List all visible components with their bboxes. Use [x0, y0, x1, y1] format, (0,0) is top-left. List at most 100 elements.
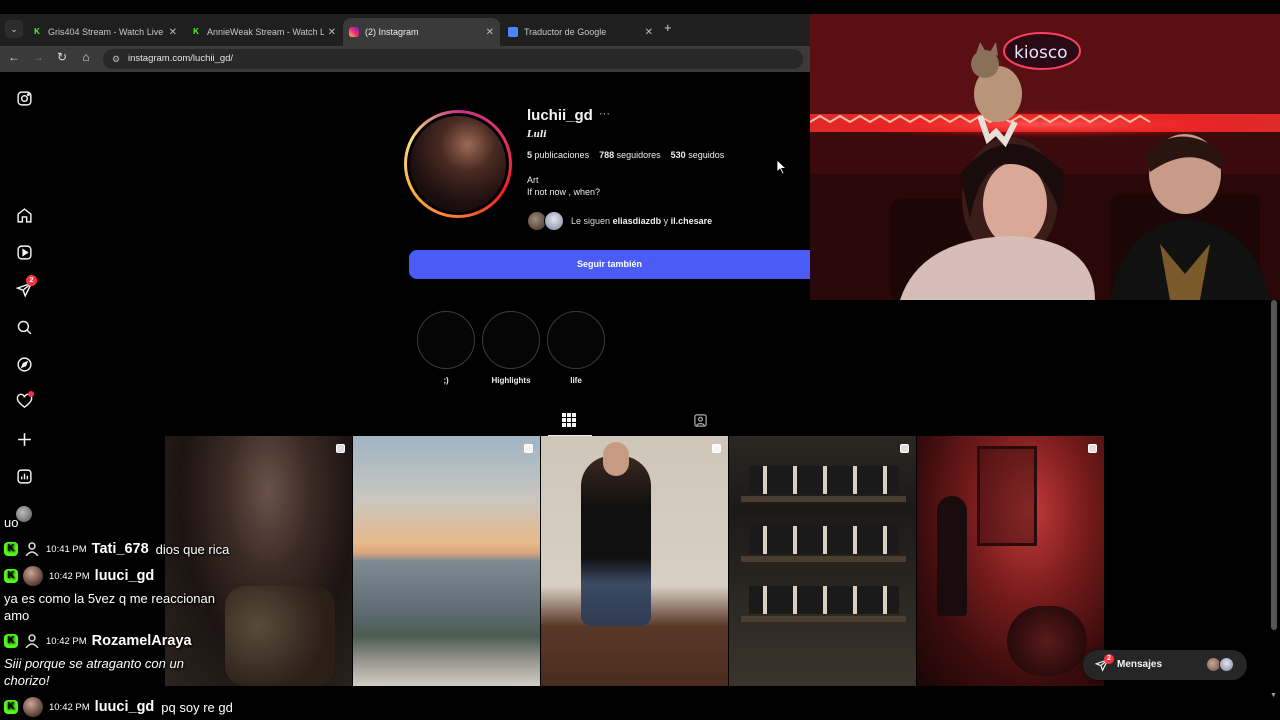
post-thumbnail[interactable]	[729, 436, 916, 686]
site-info-icon[interactable]: ⚙	[112, 49, 120, 69]
story-highlight[interactable]: ;)	[417, 311, 475, 385]
messages-floating-button[interactable]: 2 Mensajes	[1083, 650, 1247, 680]
chat-message: K 10:42 PM luuci_gd	[4, 566, 154, 586]
posts-stat: 5 publicaciones	[527, 150, 590, 160]
url-text: instagram.com/luchii_gd/	[128, 53, 234, 64]
post-thumbnail[interactable]	[917, 436, 1104, 686]
chat-text: Siii porque se atraganto con un	[4, 656, 184, 671]
screen: { "browser": { "tabs": [ {"label": "Gris…	[0, 0, 1280, 720]
highlight-label: life	[570, 376, 582, 385]
forward-icon[interactable]: →	[30, 50, 46, 64]
kick-icon: K	[34, 27, 40, 36]
chat-avatar	[23, 697, 43, 717]
chat-time: 10:42 PM	[46, 635, 87, 647]
chat-text: dios que rica	[155, 541, 230, 557]
profile-picture[interactable]	[404, 110, 512, 218]
notifications-heart-icon[interactable]	[14, 391, 34, 411]
browser-tab-translate[interactable]: Traductor de Google ✕	[502, 18, 659, 46]
chat-message: K 10:41 PM Tati_678 dios que rica	[4, 539, 229, 559]
chat-text: amo	[4, 608, 30, 623]
bio-line: Art	[527, 175, 539, 185]
close-icon[interactable]: ✕	[645, 27, 653, 38]
carousel-icon	[900, 444, 909, 453]
search-icon[interactable]	[14, 317, 34, 337]
browser-tab-instagram[interactable]: (2) Instagram ✕	[343, 18, 500, 46]
instagram-logo-icon[interactable]	[14, 88, 34, 108]
profile-username: luchii_gd	[527, 107, 593, 124]
tab-search-dropdown[interactable]: ⌄	[5, 20, 23, 38]
carousel-icon	[524, 444, 533, 453]
streamer-webcam: kiosco	[810, 14, 1280, 300]
tab-title: (2) Instagram	[365, 27, 419, 37]
messages-icon[interactable]: 2	[14, 275, 37, 299]
browser-tab-annieweak[interactable]: K AnnieWeak Stream - Watch Live ✕	[185, 18, 342, 46]
url-field[interactable]: ⚙ instagram.com/luchii_gd/	[103, 49, 803, 69]
post-thumbnail[interactable]	[541, 436, 728, 686]
carousel-icon	[1088, 444, 1097, 453]
notification-badge: 2	[26, 275, 37, 286]
more-options-icon[interactable]: ···	[599, 108, 610, 120]
home-icon[interactable]: ⌂	[78, 50, 94, 64]
tab-title: Traductor de Google	[524, 27, 607, 37]
posts-grid-icon[interactable]	[562, 413, 576, 427]
kick-badge-icon: K	[4, 634, 18, 648]
chat-text: chorizo!	[4, 673, 50, 688]
page-scrollbar[interactable]	[1271, 300, 1277, 630]
tab-title: Gris404 Stream - Watch Live on	[48, 27, 165, 37]
chat-message: K 10:42 PM luuci_gd pq soy re gd	[4, 697, 233, 717]
followers-stat[interactable]: 788 seguidores	[599, 150, 661, 160]
profile-stats: 5 publicaciones 788 seguidores 530 segui…	[527, 150, 724, 160]
chat-time: 10:42 PM	[49, 701, 90, 713]
scroll-down-arrow[interactable]: ▼	[1270, 692, 1277, 699]
explore-compass-icon[interactable]	[14, 354, 34, 374]
highlight-label: Highlights	[491, 376, 531, 385]
address-bar-row: ← → ↻ ⌂ ⚙ instagram.com/luchii_gd/	[0, 46, 810, 72]
chat-username: luuci_gd	[94, 699, 155, 715]
mutual-followers-text[interactable]: Le siguen eliasdiazdb y il.chesare	[571, 216, 712, 226]
close-icon[interactable]: ✕	[169, 27, 177, 38]
close-icon[interactable]: ✕	[328, 27, 336, 38]
chat-message: K 10:42 PM RozamelAraya	[4, 631, 192, 651]
follow-back-button[interactable]: Seguir también	[409, 250, 810, 279]
mutual-follower-avatar[interactable]	[544, 211, 564, 231]
google-translate-icon	[508, 27, 518, 37]
kick-icon: K	[193, 27, 199, 36]
create-plus-icon[interactable]	[14, 429, 34, 449]
story-highlight[interactable]: life	[547, 311, 605, 385]
post-thumbnail[interactable]	[165, 436, 352, 686]
chat-fragment: uo	[4, 515, 19, 530]
reload-icon[interactable]: ↻	[54, 50, 70, 64]
story-highlight[interactable]: Highlights	[482, 311, 540, 385]
reels-icon[interactable]	[14, 242, 34, 262]
notification-dot	[28, 391, 34, 397]
following-stat[interactable]: 530 seguidos	[671, 150, 725, 160]
home-icon[interactable]	[14, 205, 34, 225]
user-icon	[25, 634, 39, 648]
carousel-icon	[712, 444, 721, 453]
profile-full-name: Luli	[527, 130, 547, 140]
new-tab-icon[interactable]: +	[664, 20, 672, 35]
chat-text: pq soy re gd	[161, 699, 233, 715]
chat-username: Tati_678	[91, 541, 149, 557]
chat-time: 10:41 PM	[46, 543, 87, 555]
tagged-icon[interactable]	[693, 413, 708, 428]
messages-badge: 2	[1104, 654, 1114, 664]
browser-tab-bar: ⌄ K Gris404 Stream - Watch Live on ✕ K A…	[0, 14, 810, 46]
kick-badge-icon: K	[4, 542, 18, 556]
kick-badge-icon: K	[4, 569, 18, 583]
chat-username: RozamelAraya	[91, 633, 192, 649]
post-thumbnail[interactable]	[353, 436, 540, 686]
browser-tab-gris404[interactable]: K Gris404 Stream - Watch Live on ✕	[26, 18, 183, 46]
chat-avatar	[23, 566, 43, 586]
back-icon[interactable]: ←	[6, 50, 22, 64]
webcam-scene: kiosco	[810, 14, 1280, 300]
dashboard-chart-icon[interactable]	[14, 466, 34, 486]
chat-username: luuci_gd	[94, 568, 155, 584]
bio-line: If not now , when?	[527, 187, 601, 197]
close-icon[interactable]: ✕	[486, 27, 494, 38]
highlight-label: ;)	[443, 376, 449, 385]
carousel-icon	[336, 444, 345, 453]
mouse-cursor-icon	[777, 160, 787, 174]
messages-label: Mensajes	[1117, 659, 1163, 670]
chat-text: ya es como la 5vez q me reaccionan	[4, 591, 215, 606]
